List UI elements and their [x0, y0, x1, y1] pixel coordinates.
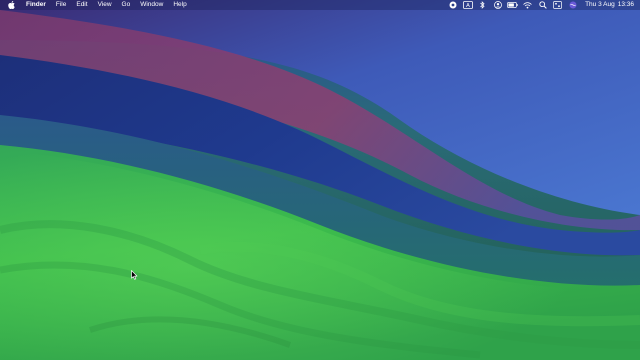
menu-file[interactable]: File [51, 0, 71, 10]
menu-app-name[interactable]: Finder [21, 0, 51, 10]
menu-go[interactable]: Go [117, 0, 136, 10]
menu-window[interactable]: Window [135, 0, 168, 10]
input-source-icon[interactable]: A [460, 0, 475, 10]
clock-date: Thu 3 Aug [585, 1, 615, 8]
siri-icon[interactable] [565, 0, 580, 10]
user-account-icon[interactable] [490, 0, 505, 10]
screen-recording-icon[interactable] [445, 0, 460, 10]
control-center-icon[interactable] [550, 0, 565, 10]
wifi-icon[interactable] [520, 0, 535, 10]
menubar-clock[interactable]: Thu 3 Aug 13:36 [580, 0, 634, 10]
bluetooth-icon[interactable] [475, 0, 490, 10]
desktop[interactable]: Finder File Edit View Go Window Help A T… [0, 0, 640, 360]
mouse-pointer-icon [131, 270, 138, 280]
clock-time: 13:36 [617, 1, 634, 8]
input-source-label: A [466, 3, 470, 9]
battery-icon[interactable] [505, 0, 520, 10]
menu-view[interactable]: View [93, 0, 117, 10]
menu-help[interactable]: Help [168, 0, 191, 10]
menu-edit[interactable]: Edit [71, 0, 92, 10]
desktop-wallpaper [0, 0, 640, 360]
menu-bar: Finder File Edit View Go Window Help A T… [0, 0, 640, 10]
spotlight-search-icon[interactable] [535, 0, 550, 10]
apple-logo-icon[interactable] [0, 1, 21, 9]
